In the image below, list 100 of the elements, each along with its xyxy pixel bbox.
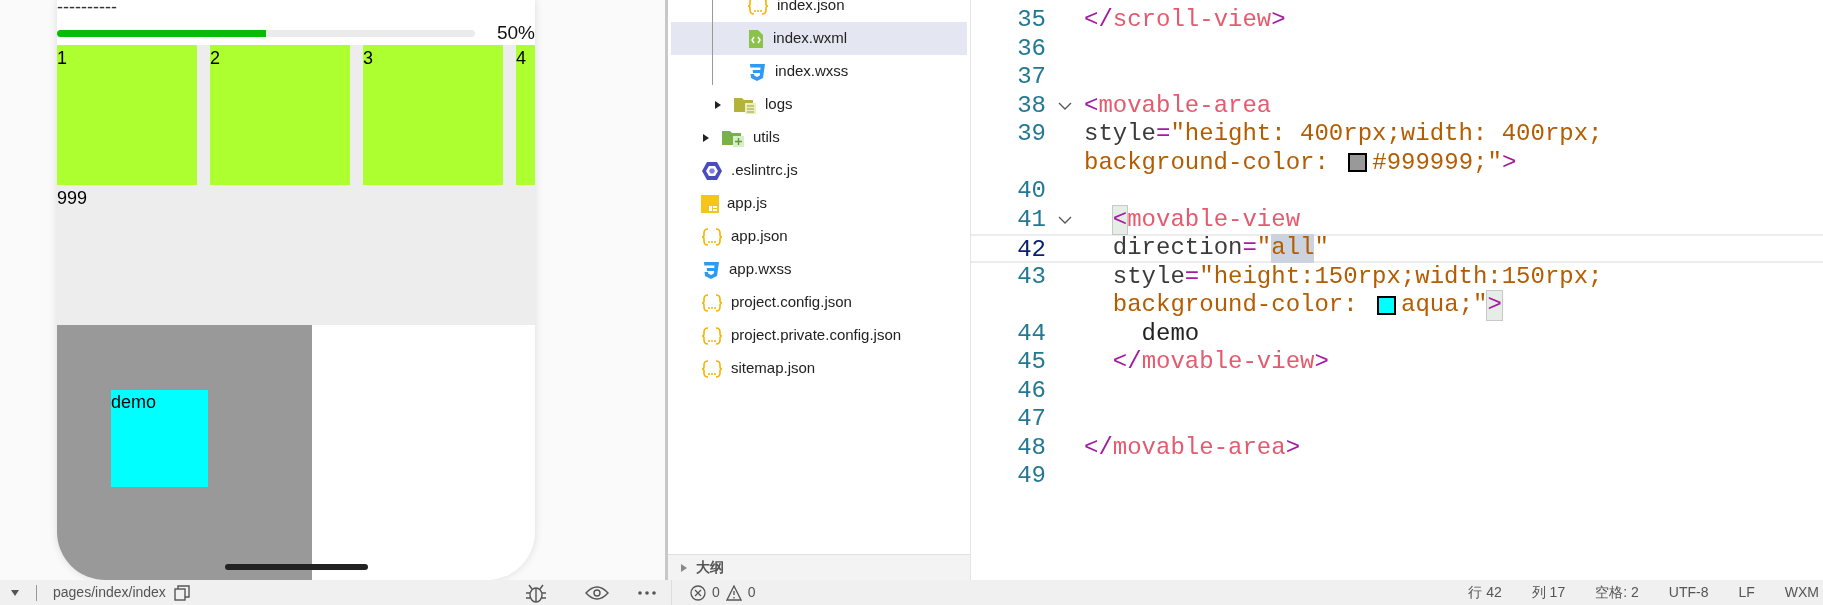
code-token: scroll-view: [1112, 6, 1272, 35]
code-token: >: [1487, 291, 1502, 320]
line-number: 46: [1017, 376, 1046, 404]
chevron-right-icon[interactable]: [713, 99, 723, 110]
code-token: all: [1271, 234, 1315, 263]
code-token: "height:150rpx;width:150rpx;: [1199, 262, 1603, 291]
error-icon[interactable]: [690, 584, 706, 601]
code-token: movable-area: [1112, 433, 1286, 462]
file-tree-item[interactable]: app.js: [671, 187, 967, 220]
line-number: 39: [1017, 120, 1046, 147]
line-number: 42: [1017, 236, 1046, 263]
code-token: movable-view: [1141, 348, 1315, 377]
code-token: background-color:: [1084, 148, 1330, 177]
eye-icon[interactable]: [585, 584, 609, 601]
status-item[interactable]: 空格: 2: [1595, 582, 1639, 603]
code-token: "height: 400rpx;width: 400rpx;: [1170, 120, 1603, 149]
file-tree-item[interactable]: index.json: [671, 0, 967, 22]
code-token: movable-view: [1127, 205, 1301, 234]
chevron-down-icon[interactable]: [1058, 215, 1072, 224]
status-item[interactable]: 列 17: [1531, 582, 1566, 603]
error-count[interactable]: 0: [712, 582, 720, 603]
chevron-right-icon[interactable]: [701, 132, 711, 143]
braces-icon: [701, 292, 723, 313]
line-number: 49: [1017, 462, 1046, 489]
css-file-icon: [747, 61, 767, 82]
code-token: >: [1271, 6, 1286, 35]
color-swatch[interactable]: [1348, 153, 1368, 173]
movable-view[interactable]: demo: [111, 390, 208, 487]
braces-icon: [701, 358, 723, 379]
braces-icon: [701, 325, 723, 346]
code-token: >: [1285, 433, 1301, 462]
copy-icon[interactable]: [173, 584, 190, 601]
code-token: >: [1314, 348, 1329, 377]
status-item[interactable]: WXM: [1784, 582, 1819, 603]
code-token: =: [1184, 262, 1200, 291]
caret-down-icon[interactable]: [10, 588, 20, 597]
code-token: demo: [1141, 319, 1200, 348]
code-token: ": [1314, 234, 1329, 263]
outline-panel-header[interactable]: 大纲: [668, 555, 970, 580]
line-number: 41: [1017, 205, 1046, 233]
code-token: background-color:: [1112, 291, 1359, 320]
file-tree-item[interactable]: app.json: [671, 220, 967, 253]
status-item[interactable]: UTF-8: [1668, 582, 1709, 603]
warning-count[interactable]: 0: [747, 582, 756, 603]
file-tree-item[interactable]: project.private.config.json: [671, 319, 967, 352]
progress-reading: 50%: [496, 21, 535, 46]
file-tree-item[interactable]: utils: [671, 121, 967, 154]
code-token: style: [1084, 120, 1156, 149]
line-number: 37: [1017, 63, 1046, 90]
bug-icon[interactable]: [525, 582, 547, 603]
file-tree-item[interactable]: index.wxss: [671, 55, 967, 88]
code-token: </: [1112, 348, 1142, 377]
file-tree-item[interactable]: logs: [671, 88, 967, 121]
file-tree-item[interactable]: .eslintrc.js: [671, 154, 967, 187]
braces-icon: [747, 0, 769, 16]
code-token: </: [1084, 6, 1113, 35]
page-path: pages/index/index: [53, 583, 166, 602]
line-number: 36: [1017, 34, 1046, 62]
code-token: movable-area: [1098, 91, 1272, 120]
code-file-icon: [747, 28, 765, 49]
color-swatch[interactable]: [1377, 295, 1397, 315]
code-token: =: [1156, 120, 1171, 149]
code-token: =: [1242, 234, 1257, 263]
code-token: style: [1112, 262, 1185, 291]
code-token: ": [1256, 234, 1272, 263]
file-tree-item[interactable]: sitemap.json: [671, 352, 967, 385]
file-tree-item[interactable]: app.wxss: [671, 253, 967, 286]
swiper-item[interactable]: 1: [57, 45, 197, 185]
code-token: direction: [1112, 234, 1243, 263]
line-number: 40: [1017, 177, 1046, 204]
line-number: 48: [1017, 433, 1046, 461]
file-tree-item[interactable]: project.config.json: [671, 286, 967, 319]
chevron-right-icon: [680, 562, 688, 573]
line-number: 44: [1017, 319, 1046, 347]
code-token: >: [1501, 148, 1517, 177]
warning-icon[interactable]: [725, 584, 742, 601]
hexagon-icon: [701, 160, 723, 181]
code-token: <: [1084, 91, 1099, 120]
braces-icon: [701, 226, 723, 247]
line-number: 38: [1017, 91, 1046, 119]
js-file-icon: [701, 194, 719, 213]
scroll-text: 999: [57, 188, 88, 208]
css-file-icon: [701, 259, 721, 280]
divider-text: ----------: [57, 0, 117, 14]
line-number: 45: [1017, 348, 1046, 375]
status-item[interactable]: LF: [1738, 582, 1755, 603]
swiper-item[interactable]: 2: [210, 45, 350, 185]
line-number: 43: [1017, 262, 1046, 290]
line-number: 47: [1017, 405, 1046, 432]
line-number: 35: [1017, 6, 1046, 33]
more-icon[interactable]: [637, 589, 657, 596]
swiper-item[interactable]: 4: [516, 45, 535, 185]
chevron-down-icon[interactable]: [1058, 101, 1072, 110]
file-tree-item[interactable]: index.wxml: [671, 22, 967, 55]
code-token: </: [1084, 433, 1113, 462]
code-token: aqua;": [1401, 291, 1488, 320]
status-item[interactable]: 行 42: [1468, 582, 1502, 603]
swiper-item[interactable]: 3: [363, 45, 503, 185]
code-token: #999999;": [1372, 148, 1502, 177]
code-token: <: [1112, 205, 1128, 234]
